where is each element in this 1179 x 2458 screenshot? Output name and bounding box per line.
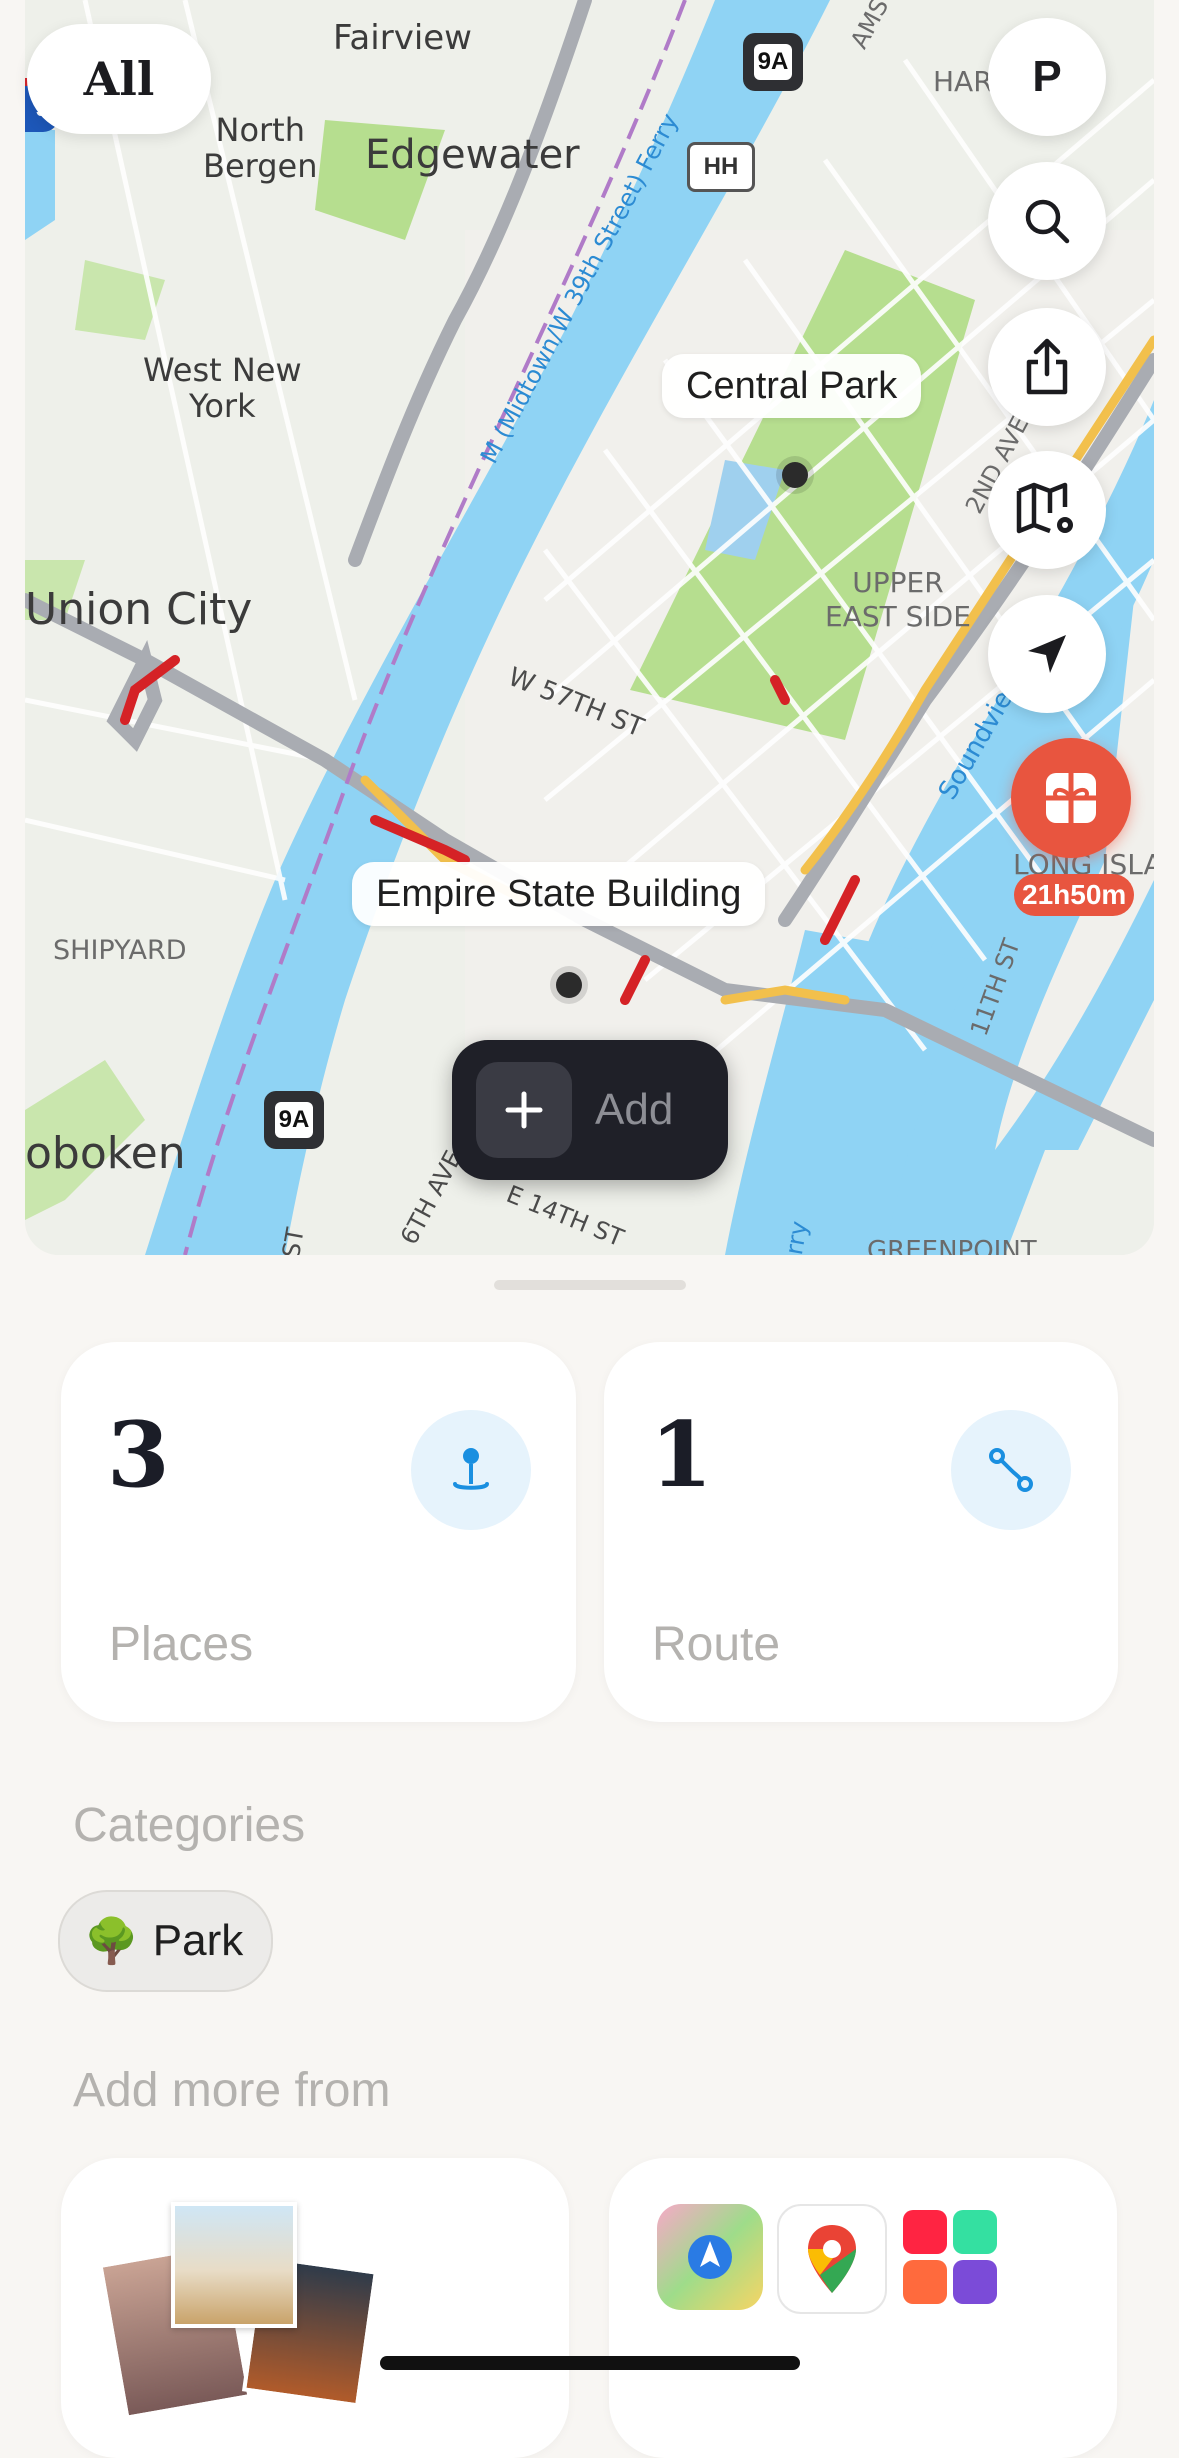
google-maps-icon (777, 2204, 887, 2314)
map-settings-button[interactable] (988, 451, 1106, 569)
map-label-shipyard: SHIPYARD (53, 935, 187, 966)
map-label-st: ST (277, 1225, 310, 1255)
search-icon (1025, 199, 1070, 244)
route-count: 1 (650, 1402, 713, 1508)
profile-button[interactable]: P (988, 18, 1106, 136)
route-card[interactable]: 1 Route (604, 1342, 1118, 1722)
route-label: Route (652, 1618, 781, 1671)
pin-central-park[interactable] (782, 462, 808, 488)
map-label-west-new-york: West New York (143, 351, 302, 425)
categories-heading: Categories (73, 1799, 306, 1852)
import-apps-card[interactable] (609, 2158, 1117, 2458)
category-chip-label: Park (152, 1916, 244, 1965)
map-label-rry: rry (780, 1218, 814, 1255)
profile-initial: P (1032, 52, 1062, 101)
map-label-greenpoint: GREENPOINT (867, 1236, 1037, 1255)
add-more-heading: Add more from (73, 2064, 391, 2117)
pin-icon-badge (411, 1410, 531, 1530)
pin-label-central-park[interactable]: Central Park (662, 354, 922, 418)
map-view[interactable]: Fairview North Bergen Edgewater West New… (25, 0, 1154, 1255)
current-location-button[interactable] (988, 595, 1106, 713)
map-label-union-city: Union City (25, 584, 253, 635)
map-label-upper-east-side: UPPER EAST SIDE (825, 566, 971, 633)
add-place-bar[interactable]: Add (452, 1040, 728, 1180)
pin-empire-state-building[interactable] (556, 972, 582, 998)
app-grid-icon (897, 2204, 1003, 2310)
search-button[interactable] (988, 162, 1106, 280)
import-photos-card[interactable] (61, 2158, 569, 2458)
photo-stack-icon (98, 2202, 379, 2420)
tree-icon: 🌳 (84, 1917, 139, 1966)
places-label: Places (109, 1618, 254, 1671)
places-count: 3 (107, 1402, 170, 1508)
map-label-north-bergen: North Bergen (203, 111, 318, 185)
route-shield-9a-bottom: 9A (264, 1091, 324, 1149)
gift-button[interactable] (1011, 738, 1131, 858)
route-icon (989, 1448, 1033, 1492)
route-shield-9a-top: 9A (743, 33, 803, 91)
map-label-hoboken: oboken (25, 1128, 186, 1179)
share-icon (1026, 338, 1068, 395)
timer-badge: 21h50m (1014, 874, 1135, 916)
sheet-handle[interactable] (494, 1280, 686, 1290)
share-button[interactable] (988, 308, 1106, 426)
route-icon-badge (951, 1410, 1071, 1530)
filter-all-chip[interactable]: All (27, 24, 211, 134)
pin-label-empire-state-building[interactable]: Empire State Building (352, 862, 766, 926)
places-card[interactable]: 3 Places (61, 1342, 576, 1722)
map-settings-icon (1016, 482, 1073, 534)
map-label-edgewater: Edgewater (365, 132, 580, 178)
hh-sign: HH (687, 142, 755, 192)
pin-icon (453, 1448, 489, 1490)
apple-maps-icon (657, 2204, 763, 2310)
gift-icon (1046, 773, 1096, 823)
plus-icon (505, 1091, 543, 1129)
category-chip-park[interactable]: 🌳 Park (58, 1890, 274, 1992)
location-arrow-icon (1028, 635, 1066, 673)
home-indicator (380, 2356, 800, 2370)
add-button[interactable] (476, 1062, 572, 1158)
add-label: Add (595, 1085, 674, 1134)
map-label-fairview: Fairview (333, 18, 472, 58)
